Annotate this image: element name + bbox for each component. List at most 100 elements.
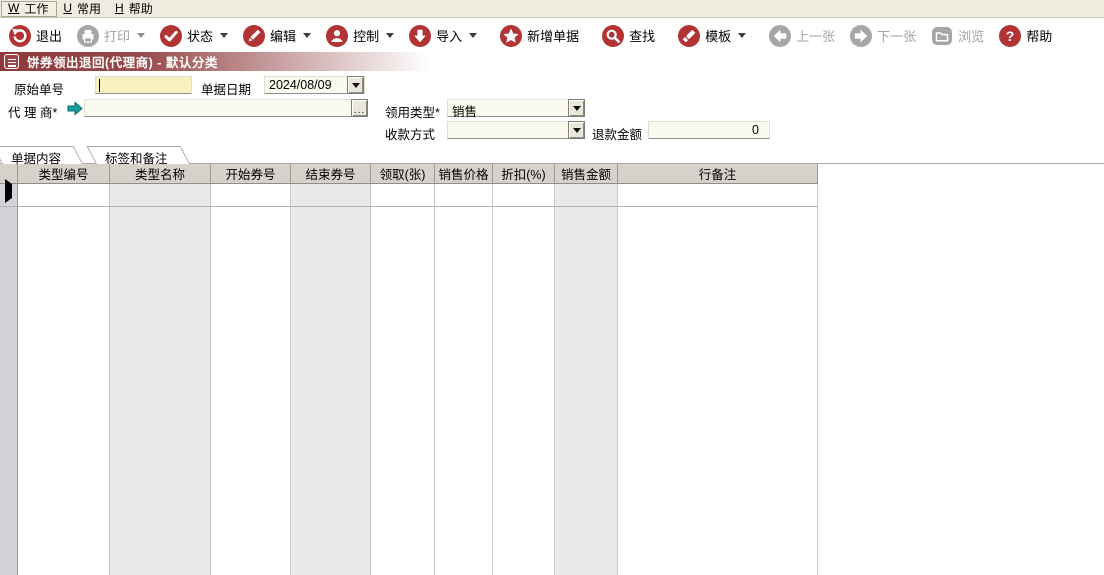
new-doc-label: 新增单据 [527, 29, 580, 44]
column-fill-end-no [291, 207, 371, 575]
grid-header-row: 类型编号 类型名称 开始券号 结束券号 领取(张) 销售价格 折扣(%) 销售金… [0, 164, 818, 184]
agent-input[interactable] [84, 99, 368, 117]
list-icon [4, 54, 19, 69]
menu-mnemonic: W [8, 1, 20, 15]
help-button[interactable]: ? 帮助 [999, 24, 1052, 47]
original-no-input[interactable] [95, 76, 192, 94]
print-button: 打印 [77, 24, 146, 47]
column-fill-qty [371, 207, 435, 575]
usage-type-select[interactable]: 销售 [447, 99, 585, 119]
print-icon [77, 24, 100, 47]
exit-button[interactable]: 退出 [9, 24, 63, 47]
template-label: 模板 [705, 29, 732, 44]
status-button[interactable]: 状态 [160, 24, 229, 47]
doc-date-label: 单据日期 [201, 83, 252, 97]
template-button[interactable]: 模板 [678, 24, 747, 47]
svg-text:?: ? [1006, 28, 1015, 44]
cell-sale-amount[interactable] [555, 184, 618, 207]
payment-method-dropdown-button[interactable] [568, 121, 585, 139]
cell-start-no[interactable] [211, 184, 291, 207]
column-fill-line-remark [618, 207, 818, 575]
new-document-button[interactable]: 新增单据 [500, 24, 580, 47]
page-title: 饼券领出退回(代理商) - 默认分类 [27, 56, 218, 70]
chevron-down-icon[interactable] [220, 33, 229, 38]
chevron-down-icon[interactable] [303, 33, 312, 38]
status-icon [160, 24, 183, 47]
menu-item-common[interactable]: U 常用 [57, 1, 109, 17]
agent-lookup-button[interactable]: ... [351, 99, 368, 117]
control-label: 控制 [353, 29, 380, 44]
document-form: 原始单号 单据日期 2024/08/09 代 理 商* ... 领用类型* 销售… [0, 71, 1104, 145]
menu-bar: W 工作 U 常用 H 帮助 [0, 0, 1104, 18]
grid-header-line-remark[interactable]: 行备注 [618, 164, 818, 184]
previous-button: 上一张 [769, 24, 836, 47]
grid-header-type-code[interactable]: 类型编号 [18, 164, 110, 184]
import-button[interactable]: 导入 [409, 24, 478, 47]
browse-folder-icon [931, 25, 953, 47]
grid-header-type-name[interactable]: 类型名称 [110, 164, 211, 184]
menu-item-help[interactable]: H 帮助 [109, 1, 161, 17]
cell-discount[interactable] [493, 184, 555, 207]
cell-type-name[interactable] [110, 184, 211, 207]
chevron-down-icon[interactable] [738, 33, 747, 38]
import-icon [409, 24, 432, 47]
find-button[interactable]: 查找 [602, 24, 656, 47]
payment-method-select[interactable] [447, 121, 585, 139]
edit-icon [243, 24, 266, 47]
tab-labels-remarks[interactable]: 标签和备注 [86, 146, 190, 166]
cell-type-code[interactable] [18, 184, 110, 207]
refund-amount-field: 0 [648, 121, 770, 139]
toolbar: 退出 打印 状态 编辑 控制 导入 新增单据 查找 模板 上一张 下一张 浏览 … [0, 19, 1104, 52]
grid-header-qty[interactable]: 领取(张) [371, 164, 435, 184]
payment-method-label: 收款方式 [385, 128, 436, 142]
column-fill-type-name [110, 207, 211, 575]
grid-header-discount[interactable]: 折扣(%) [493, 164, 555, 184]
chevron-down-icon[interactable] [469, 33, 478, 38]
usage-type-dropdown-button[interactable] [568, 99, 585, 117]
document-title-bar: 饼券领出退回(代理商) - 默认分类 [0, 52, 1104, 71]
edit-label: 编辑 [270, 29, 297, 44]
current-row-indicator-icon [5, 179, 12, 203]
cell-end-no[interactable] [291, 184, 371, 207]
control-button[interactable]: 控制 [326, 24, 395, 47]
edit-button[interactable]: 编辑 [243, 24, 312, 47]
chevron-down-icon [572, 127, 581, 133]
chevron-down-icon[interactable] [386, 33, 395, 38]
new-doc-icon [500, 24, 523, 47]
exit-icon [9, 24, 31, 47]
cell-qty[interactable] [371, 184, 435, 207]
grid-header-sale-amount[interactable]: 销售金额 [555, 164, 618, 184]
print-label: 打印 [104, 29, 131, 44]
prev-label: 上一张 [796, 29, 836, 44]
column-fill-discount [493, 207, 555, 575]
tab-document-content[interactable]: 单据内容 [0, 146, 84, 166]
exit-label: 退出 [36, 29, 63, 44]
text-cursor [99, 79, 100, 92]
menu-mnemonic: U [63, 1, 73, 15]
usage-type-label: 领用类型* [385, 106, 440, 120]
grid-header-end-no[interactable]: 结束券号 [291, 164, 371, 184]
doc-date-dropdown-button[interactable] [347, 76, 364, 94]
column-fill-sale-amount [555, 207, 618, 575]
prev-icon [769, 24, 792, 47]
grid-header-sale-price[interactable]: 销售价格 [435, 164, 493, 184]
cell-line-remark[interactable] [618, 184, 818, 207]
browse-button: 浏览 [931, 25, 984, 47]
app-window: W 工作 U 常用 H 帮助 退出 打印 状态 编辑 控制 导入 新增单据 查找… [0, 0, 1104, 575]
grid-header-start-no[interactable]: 开始券号 [211, 164, 291, 184]
menu-label: 帮助 [128, 1, 153, 16]
find-label: 查找 [629, 29, 656, 44]
refund-amount-label: 退款金额 [592, 128, 643, 142]
row-selector-cell[interactable] [0, 179, 18, 207]
menu-item-work[interactable]: W 工作 [1, 0, 58, 17]
column-fill-start-no [211, 207, 291, 575]
original-no-label: 原始单号 [14, 83, 65, 97]
menu-mnemonic: H [115, 1, 124, 15]
agent-arrow-icon[interactable] [67, 101, 83, 116]
control-icon [326, 24, 349, 47]
chevron-down-icon [351, 82, 360, 88]
chevron-down-icon [572, 105, 581, 111]
cell-sale-price[interactable] [435, 184, 493, 207]
help-icon: ? [999, 24, 1022, 47]
status-label: 状态 [187, 29, 214, 44]
